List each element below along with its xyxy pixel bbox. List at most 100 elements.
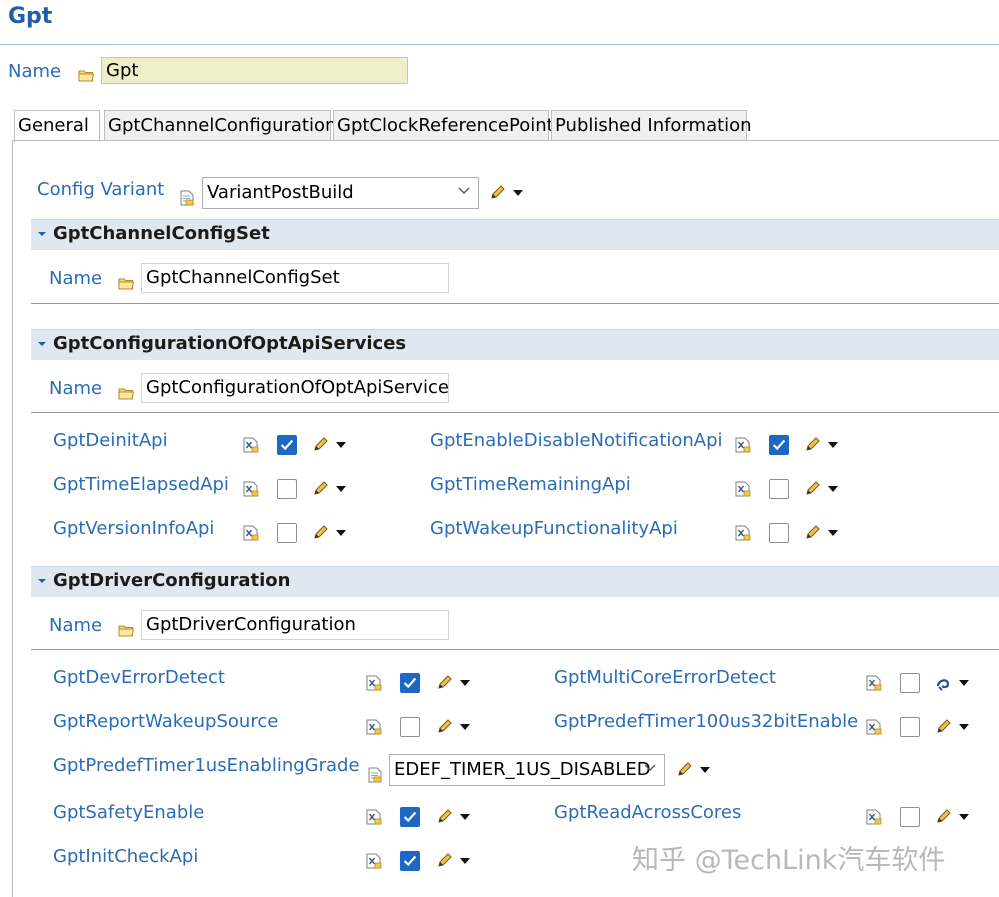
gpt-time-remaining-api-checkbox[interactable] — [769, 479, 789, 499]
pencil-icon[interactable] — [312, 437, 328, 453]
pencil-icon[interactable] — [935, 809, 951, 825]
gpt-version-info-api-checkbox[interactable] — [277, 523, 297, 543]
param-label-gpt-deinit-api: GptDeinitApi — [53, 430, 168, 451]
param-type-icon — [243, 437, 259, 453]
dropdown-caret-icon[interactable] — [459, 813, 471, 821]
dropdown-caret-icon[interactable] — [512, 189, 524, 197]
param-type-icon — [366, 719, 382, 735]
param-label-gpt-report-wakeup-source: GptReportWakeupSource — [53, 711, 279, 732]
gpt-safety-enable-checkbox[interactable] — [400, 807, 420, 827]
folder-icon — [78, 68, 94, 82]
gpt-dev-error-detect-checkbox[interactable] — [400, 673, 420, 693]
gpt-enable-disable-notification-api-checkbox[interactable] — [769, 435, 789, 455]
section-gpt-configuration-of-opt-api-services[interactable]: GptConfigurationOfOptApiServices — [31, 329, 999, 360]
folder-icon — [118, 386, 134, 400]
param-label-gpt-init-check-api: GptInitCheckApi — [53, 846, 199, 867]
param-type-icon — [735, 437, 751, 453]
section-divider — [31, 412, 999, 413]
section-title: GptChannelConfigSet — [53, 223, 270, 244]
name-label: Name — [8, 61, 62, 82]
param-type-icon — [366, 675, 382, 691]
pencil-icon[interactable] — [312, 481, 328, 497]
tab-gpt-clock-reference-point[interactable]: GptClockReferencePoint — [333, 110, 554, 141]
collapse-icon[interactable] — [37, 231, 47, 237]
param-type-icon — [735, 481, 751, 497]
gpt-wakeup-functionality-api-checkbox[interactable] — [769, 523, 789, 543]
dropdown-caret-icon[interactable] — [459, 723, 471, 731]
pencil-icon[interactable] — [804, 437, 820, 453]
section-gpt-driver-configuration[interactable]: GptDriverConfiguration — [31, 566, 999, 597]
chevron-down-icon — [458, 187, 470, 195]
enabling-grade-select[interactable]: EDEF_TIMER_1US_DISABLED — [389, 754, 665, 786]
dropdown-caret-icon[interactable] — [958, 723, 970, 731]
opt-api-services-name-input[interactable]: GptConfigurationOfOptApiServices — [141, 373, 449, 403]
dropdown-caret-icon[interactable] — [958, 679, 970, 687]
config-variant-select[interactable]: VariantPostBuild — [202, 177, 479, 209]
param-label-gpt-version-info-api: GptVersionInfoApi — [53, 518, 215, 539]
pencil-icon[interactable] — [935, 719, 951, 735]
tab-general[interactable]: General — [14, 110, 100, 142]
param-label-gpt-time-remaining-api: GptTimeRemainingApi — [430, 474, 631, 495]
dropdown-caret-icon[interactable] — [958, 813, 970, 821]
pencil-icon[interactable] — [676, 762, 692, 778]
param-type-icon — [866, 809, 882, 825]
dropdown-caret-icon[interactable] — [827, 485, 839, 493]
opt-api-services-name-label: Name — [49, 378, 103, 399]
pencil-icon[interactable] — [436, 809, 452, 825]
gpt-time-elapsed-api-checkbox[interactable] — [277, 479, 297, 499]
section-gpt-channel-config-set[interactable]: GptChannelConfigSet — [31, 219, 999, 250]
param-label-gpt-multi-core-error-detect: GptMultiCoreErrorDetect — [554, 667, 776, 688]
gpt-multi-core-error-detect-checkbox[interactable] — [900, 673, 920, 693]
pencil-icon[interactable] — [804, 481, 820, 497]
chevron-down-icon — [644, 764, 656, 772]
param-type-icon — [866, 675, 882, 691]
gpt-deinit-api-checkbox[interactable] — [277, 435, 297, 455]
dropdown-caret-icon[interactable] — [699, 766, 711, 774]
driver-configuration-name-label: Name — [49, 615, 103, 636]
gpt-report-wakeup-source-checkbox[interactable] — [400, 717, 420, 737]
gpt-read-across-cores-checkbox[interactable] — [900, 807, 920, 827]
param-label-gpt-safety-enable: GptSafetyEnable — [53, 802, 205, 823]
pencil-icon[interactable] — [436, 719, 452, 735]
channel-config-set-name-input[interactable]: GptChannelConfigSet — [141, 263, 449, 293]
tab-published-information[interactable]: Published Information — [551, 110, 752, 141]
param-type-icon — [366, 809, 382, 825]
document-icon — [368, 767, 382, 783]
dropdown-caret-icon[interactable] — [335, 441, 347, 449]
dropdown-caret-icon[interactable] — [827, 529, 839, 537]
gpt-init-check-api-checkbox[interactable] — [400, 851, 420, 871]
param-type-icon — [243, 525, 259, 541]
watermark: 知乎 @TechLink汽车软件 — [632, 845, 946, 876]
driver-configuration-name-input[interactable]: GptDriverConfiguration — [141, 610, 449, 640]
section-title: GptDriverConfiguration — [53, 570, 291, 591]
section-divider — [31, 303, 999, 304]
param-type-icon — [735, 525, 751, 541]
folder-icon — [118, 276, 134, 290]
name-input[interactable]: Gpt — [101, 57, 408, 84]
dropdown-caret-icon[interactable] — [335, 529, 347, 537]
tab-gpt-channel-configuration[interactable]: GptChannelConfiguration — [104, 110, 336, 141]
page-title: Gpt — [8, 4, 53, 29]
enabling-grade-value: EDEF_TIMER_1US_DISABLED — [394, 759, 651, 780]
dropdown-caret-icon[interactable] — [459, 679, 471, 687]
folder-icon — [118, 623, 134, 637]
channel-config-set-name-label: Name — [49, 268, 103, 289]
section-title: GptConfigurationOfOptApiServices — [53, 333, 407, 354]
document-icon — [180, 190, 194, 206]
collapse-icon[interactable] — [37, 578, 47, 584]
pencil-icon[interactable] — [804, 525, 820, 541]
pencil-icon[interactable] — [436, 853, 452, 869]
derived-value-icon[interactable] — [935, 675, 951, 691]
title-divider — [0, 44, 999, 45]
param-label-gpt-enable-disable-notification-api: GptEnableDisableNotificationApi — [430, 430, 723, 451]
dropdown-caret-icon[interactable] — [335, 485, 347, 493]
gpt-predef-timer-100us-32bit-enable-checkbox[interactable] — [900, 717, 920, 737]
dropdown-caret-icon[interactable] — [827, 441, 839, 449]
pencil-icon[interactable] — [312, 525, 328, 541]
pencil-icon[interactable] — [436, 675, 452, 691]
param-label-gpt-wakeup-functionality-api: GptWakeupFunctionalityApi — [430, 518, 678, 539]
param-label-gpt-predef-timer-1us-enabling-grade: GptPredefTimer1usEnablingGrade — [53, 755, 360, 776]
pencil-icon[interactable] — [489, 185, 505, 201]
dropdown-caret-icon[interactable] — [459, 857, 471, 865]
collapse-icon[interactable] — [37, 341, 47, 347]
